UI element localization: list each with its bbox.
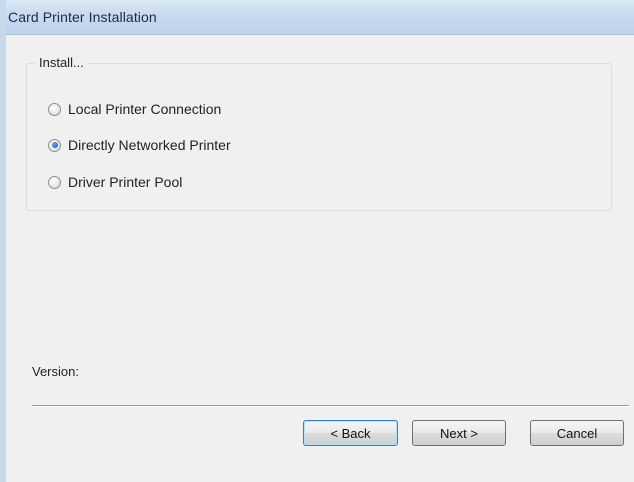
radio-label[interactable]: Driver Printer Pool xyxy=(68,174,182,190)
radio-label[interactable]: Directly Networked Printer xyxy=(68,137,231,153)
radio-local-printer-connection[interactable]: Local Printer Connection xyxy=(48,101,221,117)
next-button[interactable]: Next > xyxy=(412,420,506,446)
cancel-button[interactable]: Cancel xyxy=(530,420,624,446)
back-button[interactable]: < Back xyxy=(303,420,398,446)
install-group-label: Install... xyxy=(35,55,88,70)
version-label: Version: xyxy=(32,364,79,379)
window-title: Card Printer Installation xyxy=(8,9,157,25)
installer-window: Card Printer Installation Install... Loc… xyxy=(0,0,634,482)
radio-button-icon[interactable] xyxy=(48,102,61,116)
radio-driver-printer-pool[interactable]: Driver Printer Pool xyxy=(48,174,182,190)
dialog-client-area: Install... Local Printer Connection Dire… xyxy=(6,35,634,482)
radio-button-icon[interactable] xyxy=(48,175,61,189)
radio-directly-networked-printer[interactable]: Directly Networked Printer xyxy=(48,137,231,153)
button-separator xyxy=(32,405,629,407)
title-bar[interactable]: Card Printer Installation xyxy=(6,0,634,35)
radio-button-selected-icon[interactable] xyxy=(48,138,61,152)
radio-label[interactable]: Local Printer Connection xyxy=(68,101,221,117)
